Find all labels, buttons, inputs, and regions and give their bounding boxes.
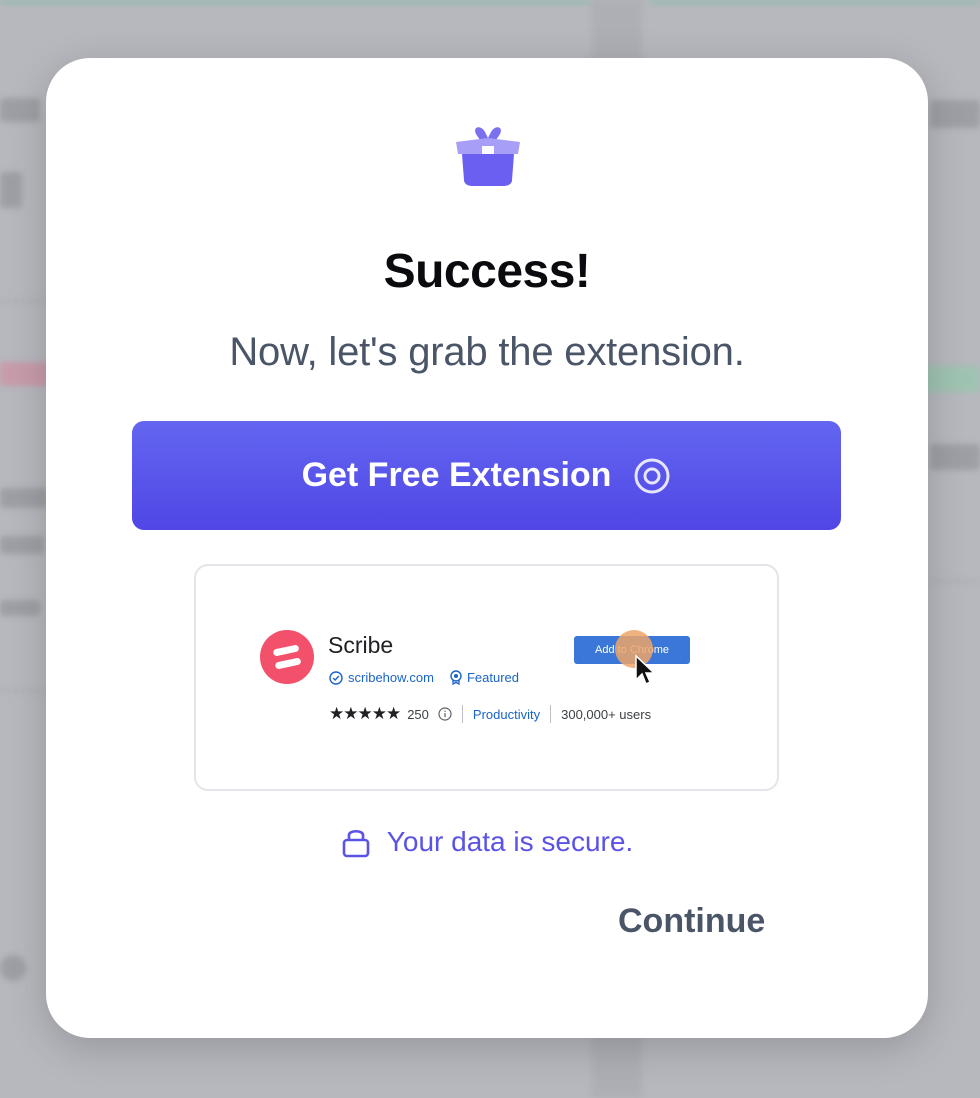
featured-badge-label: Featured [466,670,520,685]
gift-box-icon [456,127,520,186]
secure-note: Your data is secure. [46,826,928,858]
target-icon [634,458,670,493]
extension-name: Scribe [328,632,394,658]
verified-icon [329,670,343,685]
get-free-extension-button[interactable]: Get Free Extension [132,421,841,530]
rating-stars: ★★★★★ [329,704,401,723]
cta-label: Get Free Extension [301,456,612,494]
continue-button[interactable]: Continue [618,902,765,941]
success-subtitle: Now, let's grab the extension. [229,330,745,374]
extension-users: 300,000+ users [561,706,652,722]
extension-preview-card: Scribe scribehow.com Featured ★★★★★ 250 [194,564,779,791]
cursor-icon [635,654,656,686]
featured-badge-icon [450,670,462,685]
secure-text: Your data is secure. [386,826,634,857]
extension-domain: scribehow.com [348,670,434,685]
extension-category: Productivity [472,706,541,722]
rating-count: 250 [407,706,429,722]
extension-stats: ★★★★★ 250 Productivity 300,000+ users [329,704,651,724]
success-modal: Success! Now, let's grab the extension. … [46,58,928,1038]
success-title: Success! [383,245,591,298]
scribe-logo-icon [260,630,314,684]
info-icon [438,707,452,721]
lock-icon [342,829,370,858]
extension-meta: scribehow.com Featured [329,670,519,685]
